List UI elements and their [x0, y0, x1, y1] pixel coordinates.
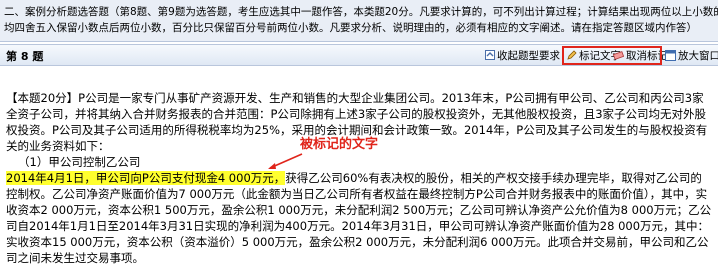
- annotation-arrow-icon: [268, 153, 303, 169]
- zoom-window-button[interactable]: 放大窗口: [665, 48, 718, 63]
- instructions-line-1: 二、案例分析题选答题（第8题、第9题为选答题，考生应选其中一题作答，本类题20分…: [4, 6, 718, 18]
- paragraph-subheading: （1）甲公司控制乙公司: [18, 155, 141, 169]
- collapse-requirements-label: 收起题型要求: [497, 50, 560, 62]
- paragraph-detail-rest: 获得乙公司60%有表决权的股份，相关的产权交接手续办理完毕，取得对乙公司的控制权…: [6, 171, 712, 265]
- instructions-line-2: 均四舍五入保留小数点后两位小数，百分比只保留百分号前两位小数。凡要求分析、说明理…: [4, 22, 697, 34]
- collapse-requirements-button[interactable]: 收起题型要求: [484, 48, 560, 63]
- collapse-icon: [484, 50, 495, 61]
- paragraph-detail: 2014年4月1日，甲公司向P公司支付现金4 000万元，获得乙公司60%有表决…: [6, 170, 712, 266]
- toolbar-highlight-box: [562, 46, 662, 65]
- zoom-window-label: 放大窗口: [678, 50, 718, 62]
- annotation-label: 被标记的文字: [300, 137, 379, 152]
- highlighted-text[interactable]: 2014年4月1日，甲公司向P公司支付现金4 000万元，: [6, 171, 286, 185]
- zoom-window-icon: [665, 50, 676, 61]
- question-number: 第 8 题: [6, 50, 44, 63]
- question-content: 【本题20分】P公司是一家专门从事矿产资源开发、生产和销售的大型企业集团公司。2…: [6, 90, 712, 266]
- instructions-panel: 二、案例分析题选答题（第8题、第9题为选答题，考生应选其中一题作答，本类题20分…: [0, 0, 718, 42]
